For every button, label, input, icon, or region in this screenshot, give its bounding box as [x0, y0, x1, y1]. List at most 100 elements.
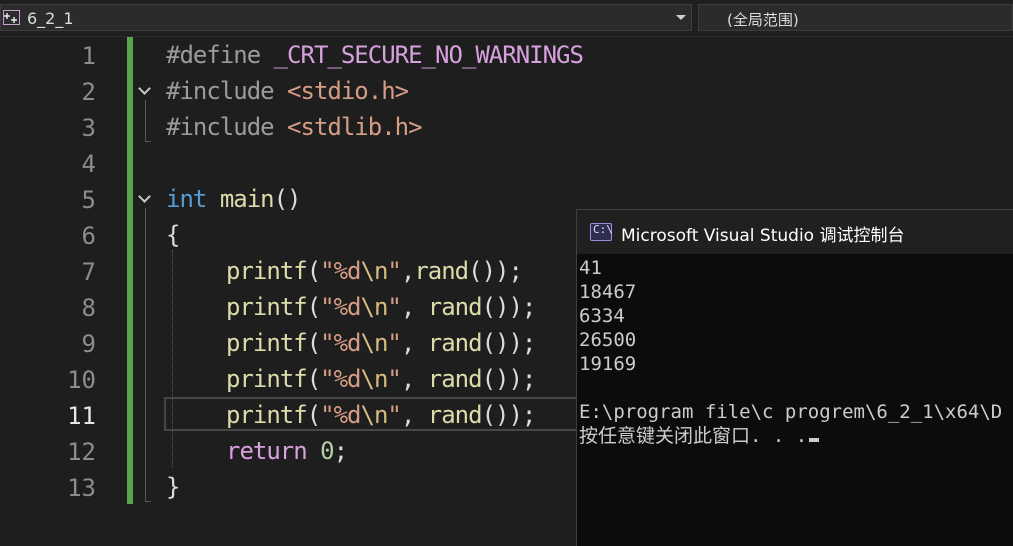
punctuation: ,: [400, 257, 415, 285]
brace: {: [166, 221, 180, 249]
punctuation: ());: [481, 365, 537, 393]
code-line-9[interactable]: printf("%d\n", rand());: [226, 325, 537, 361]
punctuation: (: [306, 401, 321, 429]
console-app-icon: C:\: [590, 223, 613, 241]
escape-sequence: \n: [360, 401, 389, 429]
string-literal: "%d: [320, 365, 361, 393]
code-line-1[interactable]: #define _CRT_SECURE_NO_WARNINGS: [166, 37, 584, 73]
console-title-bar[interactable]: C:\ Microsoft Visual Studio 调试控制台: [577, 210, 1013, 254]
code-line-12[interactable]: return 0;: [226, 433, 348, 469]
function-call: printf: [226, 257, 308, 285]
line-number: 10: [67, 366, 96, 394]
console-output-line: 18467: [579, 281, 637, 303]
chevron-down-icon[interactable]: [676, 15, 686, 20]
string-literal: "%d: [320, 293, 361, 321]
scope-label: (全局范围): [727, 11, 799, 29]
console-output-line: 26500: [579, 329, 637, 351]
console-prompt-line: 按任意键关闭此窗口. . .: [579, 425, 808, 447]
line-number: 5: [81, 186, 96, 214]
escape-sequence: \n: [360, 329, 389, 357]
code-line-5[interactable]: int main(): [166, 181, 302, 217]
code-line-8[interactable]: printf("%d\n", rand());: [226, 289, 537, 325]
scope-combobox[interactable]: (全局范围): [698, 4, 1013, 31]
console-path-line: E:\program file\c progrem\6_2_1\x64\D: [579, 401, 1003, 423]
collapse-chevron-icon[interactable]: [139, 194, 149, 204]
escape-sequence: \n: [360, 293, 389, 321]
punctuation: ,: [400, 365, 428, 393]
line-number: 12: [67, 438, 96, 466]
fold-line: [145, 100, 146, 142]
text-cursor: [809, 438, 820, 442]
indent-guide: [172, 250, 173, 468]
string-literal: ": [387, 401, 401, 429]
line-number-active: 11: [67, 402, 96, 430]
function-call: printf: [226, 329, 308, 357]
console-output-line: 6334: [579, 305, 625, 327]
collapse-chevron-icon[interactable]: [139, 86, 149, 96]
console-icon-glyph: C:\: [593, 223, 613, 236]
code-line-13[interactable]: }: [166, 469, 180, 505]
punctuation: ());: [481, 401, 537, 429]
function-call: rand: [427, 329, 483, 357]
string-literal: ": [387, 293, 401, 321]
punctuation: ());: [481, 293, 537, 321]
type-keyword: int: [166, 185, 207, 213]
preprocessor-directive: #define: [166, 41, 261, 69]
escape-sequence: \n: [360, 365, 389, 393]
punctuation: ,: [400, 293, 428, 321]
function-call: rand: [427, 293, 483, 321]
line-number: 2: [81, 78, 96, 106]
function-call: printf: [226, 293, 308, 321]
string-literal: ": [387, 329, 401, 357]
fold-line: [145, 208, 146, 502]
line-number: 3: [81, 114, 96, 142]
return-keyword: return: [226, 437, 308, 465]
string-literal: "%d: [320, 257, 361, 285]
brace: }: [166, 473, 180, 501]
punctuation: (: [306, 293, 321, 321]
header-name: <stdlib.h>: [287, 113, 422, 141]
line-number: 4: [81, 150, 96, 178]
macro-name: _CRT_SECURE_NO_WARNINGS: [273, 41, 584, 69]
preprocessor-directive: #include: [166, 113, 275, 141]
punctuation: ,: [400, 329, 428, 357]
line-number: 6: [81, 222, 96, 250]
string-literal: "%d: [320, 401, 361, 429]
punctuation: ,: [400, 401, 428, 429]
function-call: printf: [226, 365, 308, 393]
punctuation: (: [306, 257, 321, 285]
project-file-combobox[interactable]: 6_2_1: [0, 4, 692, 31]
string-literal: ": [387, 365, 401, 393]
escape-sequence: \n: [360, 257, 389, 285]
function-call: rand: [414, 257, 469, 285]
console-output-line: 19169: [579, 353, 637, 375]
line-number: 1: [81, 42, 96, 70]
console-title: Microsoft Visual Studio 调试控制台: [621, 226, 905, 246]
punctuation: ;: [333, 437, 348, 465]
code-line-11[interactable]: printf("%d\n", rand());: [226, 397, 537, 433]
line-number: 9: [81, 330, 96, 358]
line-number: 8: [81, 294, 96, 322]
navigation-bar: 6_2_1 (全局范围): [0, 0, 1013, 37]
code-line-7[interactable]: printf("%d\n",rand());: [226, 253, 523, 289]
fold-line-end: [145, 501, 151, 502]
console-output-line: 41: [579, 257, 602, 279]
code-line-3[interactable]: #include <stdlib.h>: [166, 109, 423, 145]
console-prompt-row: 按任意键关闭此窗口. . .: [579, 424, 820, 448]
function-call: rand: [427, 365, 483, 393]
punctuation: ());: [468, 257, 523, 285]
code-line-6[interactable]: {: [166, 217, 180, 253]
change-tracking-bar: [127, 37, 133, 504]
code-line-2[interactable]: #include <stdio.h>: [166, 73, 409, 109]
punctuation: ());: [481, 329, 537, 357]
function-call: rand: [427, 401, 483, 429]
line-number: 13: [67, 474, 96, 502]
preprocessor-directive: #include: [166, 77, 275, 105]
fold-line-end: [145, 141, 151, 142]
line-number-gutter: 1 2 3 4 5 6 7 8 9 10 11 12 13: [0, 37, 126, 546]
punctuation: (: [306, 365, 321, 393]
code-line-10[interactable]: printf("%d\n", rand());: [226, 361, 537, 397]
debug-console-window[interactable]: C:\ Microsoft Visual Studio 调试控制台 41 184…: [576, 209, 1013, 546]
add-source-file-icon: [3, 10, 20, 25]
function-name: main: [219, 185, 275, 213]
